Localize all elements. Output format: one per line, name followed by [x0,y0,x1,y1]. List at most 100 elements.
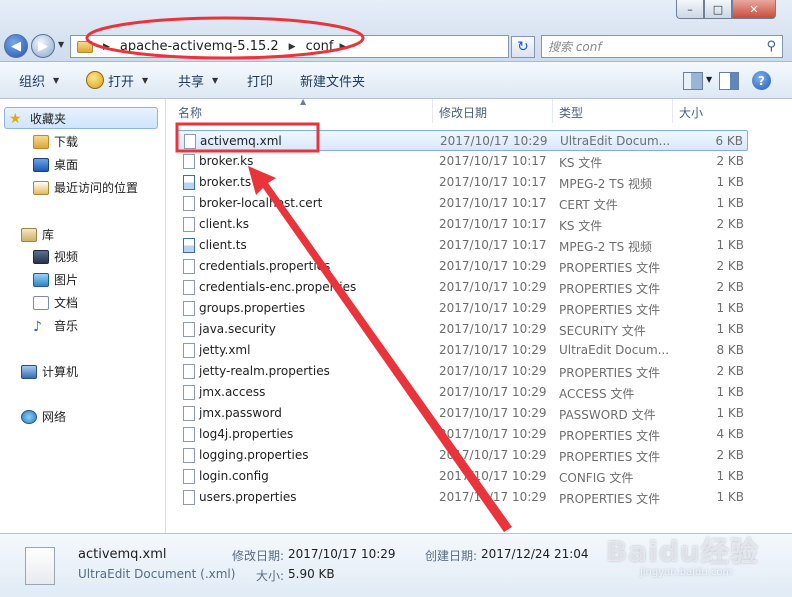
file-date: 2017/10/17 10:29 [439,259,547,273]
file-row[interactable]: jetty-realm.properties 2017/10/17 10:29 PR… [176,361,748,382]
address-box[interactable]: ▶ apache-activemq-5.15.2 ▶ conf ▶ [70,35,509,58]
forward-button[interactable]: ▶ [31,34,55,58]
chevron-down-icon: ▼ [53,75,60,85]
file-preview-icon [25,547,55,585]
file-row[interactable]: credentials-enc.properties 2017/10/17 10:… [176,277,748,298]
nav-downloads[interactable]: 下载 [33,133,78,150]
breadcrumb-conf[interactable]: conf [306,39,334,54]
nav-computer[interactable]: 计算机 [21,363,78,380]
nav-network[interactable]: 网络 [21,408,66,425]
maximize-button[interactable]: □ [704,0,732,19]
file-row[interactable]: users.properties 2017/10/17 10:29 PROPERTI… [176,487,748,508]
file-size: 6 KB [715,134,743,148]
videos-icon [33,249,49,264]
file-date: 2017/10/17 10:17 [439,175,547,189]
details-modified-value: 2017/10/17 10:29 [288,547,396,561]
document-icon [183,427,195,442]
chevron-down-icon[interactable]: ▼ [706,75,712,84]
document-icon [183,259,195,274]
pictures-icon [33,272,49,287]
share-menu[interactable]: 共享 ▼ [178,62,218,99]
close-button[interactable]: ✕ [732,0,776,19]
refresh-button[interactable]: ↻ [511,36,535,58]
nav-documents[interactable]: 文档 [33,294,78,311]
file-name: jmx.access [199,385,266,399]
nav-recent[interactable]: 最近访问的位置 [33,179,138,196]
file-type: PASSWORD 文件 [559,408,656,422]
file-row[interactable]: groups.properties 2017/10/17 10:29 PROPERT… [176,298,748,319]
nav-pictures[interactable]: 图片 [33,271,78,288]
nav-desktop[interactable]: 桌面 [33,156,78,173]
column-divider[interactable] [672,99,673,123]
recent-pages-dropdown-icon[interactable]: ▼ [58,40,64,49]
file-date: 2017/10/17 10:29 [439,490,547,504]
chevron-right-icon[interactable]: ▶ [289,42,296,52]
file-type: PROPERTIES 文件 [559,261,661,275]
file-row[interactable]: broker.ks 2017/10/17 10:17 KS 文件 2 KB [176,151,748,172]
details-size-label: 大小: [256,569,285,583]
file-row[interactable]: broker.ts 2017/10/17 10:17 MPEG-2 TS 视频 1 K… [176,172,748,193]
details-file-type: UltraEdit Document (.xml) [78,567,236,581]
file-size: 1 KB [716,385,744,399]
print-button[interactable]: 打印 [247,62,273,99]
file-type: PROPERTIES 文件 [559,282,661,296]
file-row[interactable]: activemq.xml 2017/10/17 10:29 UltraEdit Do… [176,130,748,151]
details-created-value: 2017/12/24 21:04 [481,547,589,561]
file-row[interactable]: java.security 2017/10/17 10:29 SECURITY 文件… [176,319,748,340]
file-size: 2 KB [716,448,744,462]
document-icon [183,217,195,232]
nav-pictures-label: 图片 [54,273,79,287]
file-row[interactable]: broker-localhost.cert 2017/10/17 10:17 CER… [176,193,748,214]
column-divider[interactable] [552,99,553,123]
search-input[interactable]: 搜索 conf ⚲ [541,35,783,58]
file-type: SECURITY 文件 [559,324,646,338]
column-name[interactable]: 名称 [178,104,202,121]
file-type: ACCESS 文件 [559,387,635,401]
details-modified-label: 修改日期: [232,549,285,563]
file-row[interactable]: login.config 2017/10/17 10:29 CONFIG 文件 1 K… [176,466,748,487]
preview-pane-icon[interactable] [719,72,739,90]
nav-desktop-label: 桌面 [54,158,79,172]
file-name: credentials-enc.properties [199,280,357,294]
file-date: 2017/10/17 10:29 [439,364,547,378]
column-type[interactable]: 类型 [559,104,583,121]
column-divider[interactable] [432,99,433,123]
chevron-right-icon[interactable]: ▶ [103,42,110,52]
file-size: 2 KB [716,154,744,168]
file-date: 2017/10/17 10:29 [439,385,547,399]
new-folder-button[interactable]: 新建文件夹 [300,62,365,99]
navigation-pane: ★ 收藏夹 下载 桌面 最近访问的位置 库 视频 图片 文档 ♪ 音乐 计算机 … [0,99,166,533]
nav-network-label: 网络 [42,410,67,424]
change-view-icon[interactable] [683,72,703,90]
file-date: 2017/10/17 10:29 [439,301,547,315]
nav-music[interactable]: ♪ 音乐 [33,317,78,335]
minimize-button[interactable]: – [676,0,704,19]
file-row[interactable]: client.ks 2017/10/17 10:17 KS 文件 2 KB [176,214,748,235]
file-row[interactable]: client.ts 2017/10/17 10:17 MPEG-2 TS 视频 1 K… [176,235,748,256]
command-bar: 组织 ▼ 打开 ▼ 共享 ▼ 打印 新建文件夹 [0,62,792,99]
file-row[interactable]: jmx.access 2017/10/17 10:29 ACCESS 文件 1 KB [176,382,748,403]
file-row[interactable]: jetty.xml 2017/10/17 10:29 UltraEdit Docum… [176,340,748,361]
file-row[interactable]: log4j.properties 2017/10/17 10:29 PROPERTI… [176,424,748,445]
column-size[interactable]: 大小 [679,104,703,121]
breadcrumb-apache-activemq[interactable]: apache-activemq-5.15.2 [120,39,279,54]
file-name: broker-localhost.cert [199,196,323,210]
open-menu[interactable]: 打开 ▼ [86,62,148,99]
back-button[interactable]: ◀ [4,34,28,58]
organize-menu[interactable]: 组织 ▼ [19,62,59,99]
file-name: logging.properties [199,448,309,462]
nav-computer-label: 计算机 [42,365,79,379]
search-icon[interactable]: ⚲ [766,39,776,54]
file-row[interactable]: credentials.properties 2017/10/17 10:29 PR… [176,256,748,277]
file-row[interactable]: jmx.password 2017/10/17 10:29 PASSWORD 文件 1… [176,403,748,424]
chevron-right-icon[interactable]: ▶ [340,42,347,52]
file-type: UltraEdit Docum... [559,343,670,357]
baidu-watermark: Baidu经验 [606,535,759,568]
nav-videos[interactable]: 视频 [33,248,78,265]
nav-libraries[interactable]: 库 [21,226,54,243]
nav-favorites[interactable]: ★ 收藏夹 [4,107,158,129]
column-date[interactable]: 修改日期 [439,104,487,121]
help-icon[interactable]: ? [752,71,771,90]
details-size-value: 5.90 KB [288,567,335,581]
file-row[interactable]: logging.properties 2017/10/17 10:29 PROPER… [176,445,748,466]
